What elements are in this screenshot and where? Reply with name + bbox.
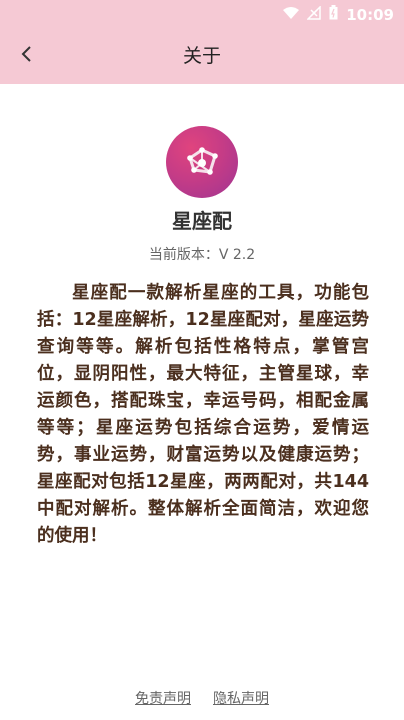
status-icons: 10:09 <box>283 4 394 24</box>
battery-icon <box>329 5 338 24</box>
back-button[interactable] <box>10 40 42 72</box>
no-signal-icon <box>306 4 321 24</box>
privacy-link[interactable]: 隐私声明 <box>213 688 269 708</box>
app-logo <box>166 126 238 198</box>
app-description: 星座配一款解析星座的工具，功能包括：12星座解析，12星座配对，星座运势查询等等… <box>37 283 369 546</box>
toolbar: 关于 <box>0 28 404 84</box>
constellation-icon <box>187 147 218 175</box>
chevron-left-icon <box>20 45 32 67</box>
status-bar: 10:09 <box>0 0 404 28</box>
disclaimer-link[interactable]: 免责声明 <box>135 688 191 708</box>
status-time: 10:09 <box>346 5 394 24</box>
version-text: 当前版本：V 2.2 <box>148 247 256 263</box>
wifi-icon <box>283 6 300 24</box>
page-title: 关于 <box>182 45 221 67</box>
footer-links: 免责声明 隐私声明 <box>0 688 404 708</box>
app-name: 星座配 <box>172 209 232 233</box>
